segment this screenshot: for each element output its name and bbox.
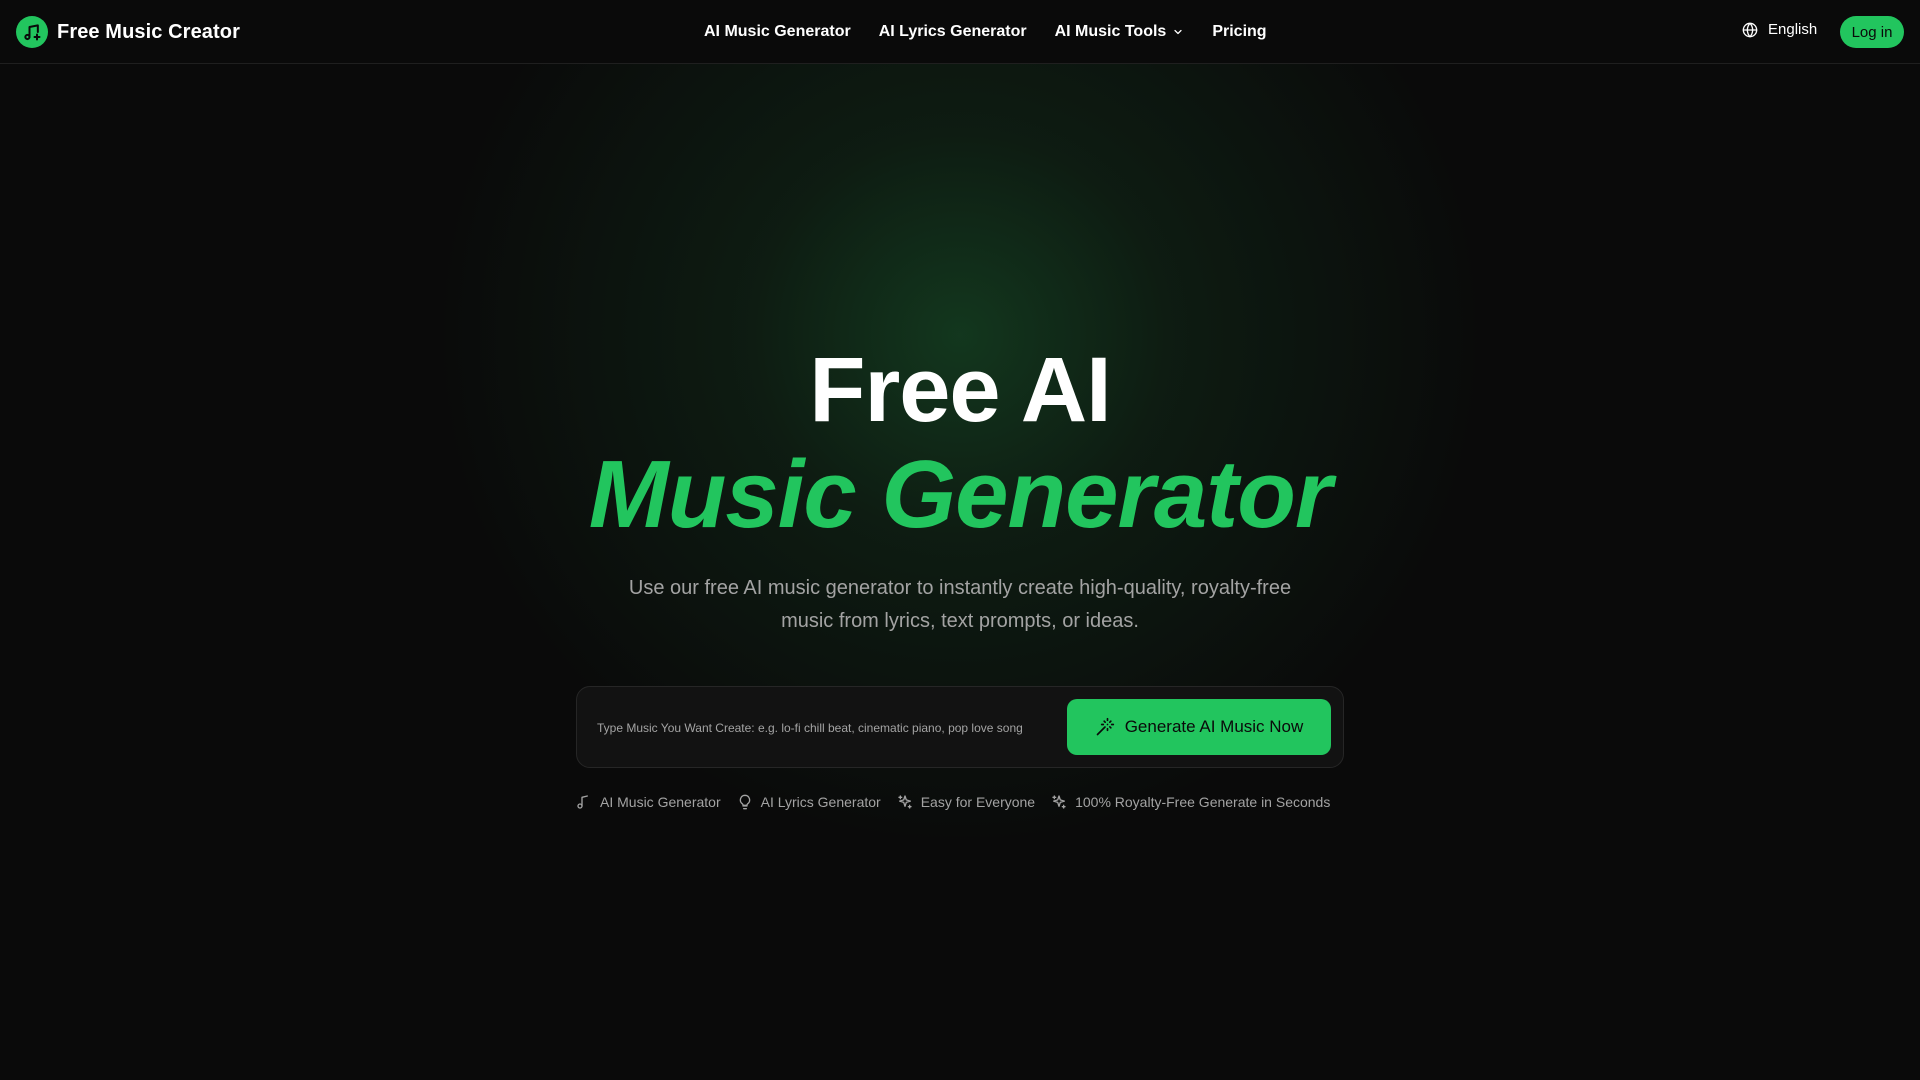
feature-item: Easy for Everyone <box>897 794 1035 810</box>
feature-item: AI Music Generator <box>576 794 721 810</box>
main-nav: AI Music Generator AI Lyrics Generator A… <box>704 0 1267 64</box>
feature-list: AI Music Generator AI Lyrics Generator E… <box>576 790 1344 814</box>
music-logo-icon <box>16 16 48 48</box>
music-note-icon <box>577 795 588 809</box>
nav-ai-lyrics-generator[interactable]: AI Lyrics Generator <box>879 23 1027 41</box>
brand-name: Free Music Creator <box>57 20 240 43</box>
sparkles-icon <box>1052 795 1066 809</box>
hero-subtitle: Use our free AI music generator to insta… <box>628 577 1292 632</box>
generate-music-button[interactable]: Generate AI Music Now <box>1067 699 1331 755</box>
hero-title-line1: Free AI <box>809 339 1111 441</box>
lightbulb-icon <box>739 794 750 810</box>
feature-item: AI Lyrics Generator <box>737 794 881 810</box>
feature-label: AI Lyrics Generator <box>760 794 881 810</box>
generate-music-label: Generate AI Music Now <box>1124 717 1304 736</box>
brand[interactable]: Free Music Creator <box>16 16 240 48</box>
language-selector[interactable]: English <box>1742 21 1817 38</box>
feature-label: AI Music Generator <box>600 794 721 810</box>
music-prompt-input[interactable] <box>597 713 1025 743</box>
page: Free Music Creator AI Music Generator AI… <box>0 0 1920 1080</box>
feature-label: Easy for Everyone <box>920 794 1036 810</box>
language-label: English <box>1768 21 1818 38</box>
globe-icon <box>1742 22 1758 37</box>
chevron-down-icon <box>1174 29 1182 35</box>
nav-ai-music-tools-label: AI Music Tools <box>1054 23 1167 40</box>
nav-ai-music-tools[interactable]: AI Music Tools <box>1055 23 1185 41</box>
login-button[interactable]: Log in <box>1840 16 1904 48</box>
hero-title-line2: Music Generator <box>588 441 1333 548</box>
prompt-box: Generate AI Music Now <box>576 686 1344 768</box>
feature-label: 100% Royalty-Free Generate in Seconds <box>1075 794 1331 810</box>
feature-item: 100% Royalty-Free Generate in Seconds <box>1051 794 1330 810</box>
magic-wand-icon <box>1096 717 1114 736</box>
nav-ai-music-generator[interactable]: AI Music Generator <box>704 23 851 41</box>
site-header: Free Music Creator AI Music Generator AI… <box>0 0 1920 64</box>
nav-pricing[interactable]: Pricing <box>1212 23 1266 41</box>
sparkles-icon <box>898 795 912 809</box>
